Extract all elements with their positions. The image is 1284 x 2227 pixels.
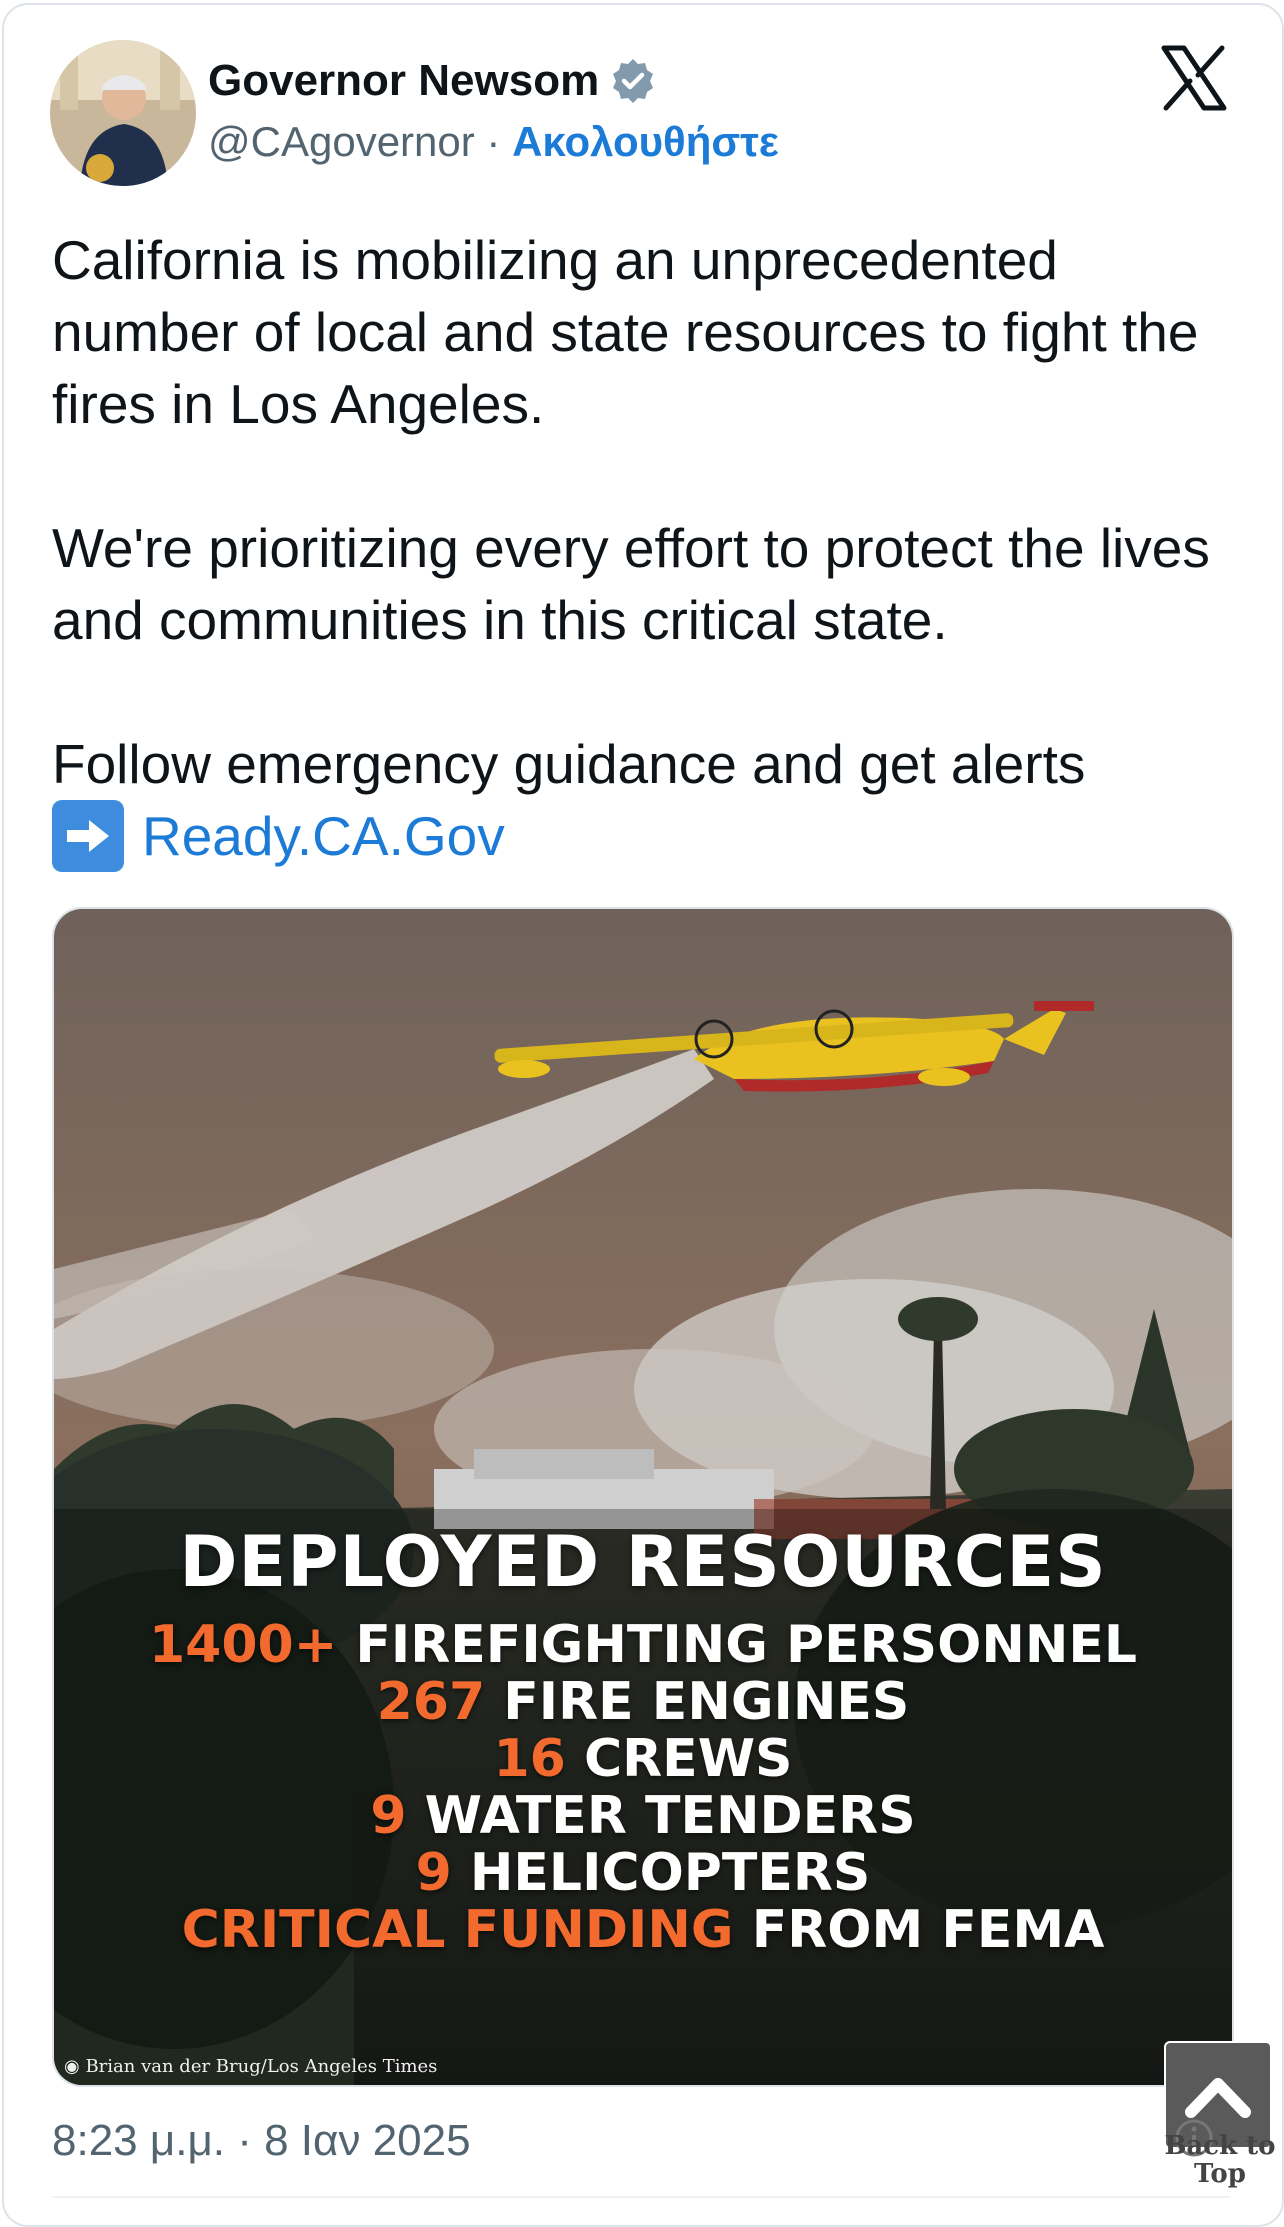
handle[interactable]: @CAgovernor bbox=[208, 118, 475, 165]
photo-credit-text: Brian van der Brug/Los Angeles Times bbox=[85, 2056, 438, 2077]
overlay-line: 16 CREWS bbox=[54, 1731, 1232, 1788]
follow-link[interactable]: Ακολουθήστε bbox=[512, 118, 779, 165]
tweet-text: California is mobilizing an unprecedente… bbox=[52, 224, 1232, 872]
avatar[interactable] bbox=[50, 40, 196, 186]
author-name-text[interactable]: Governor Newsom bbox=[208, 56, 599, 106]
image-overlay: DEPLOYED RESOURCES 1400+ FIREFIGHTING PE… bbox=[54, 909, 1232, 2085]
overlay-line: 267 FIRE ENGINES bbox=[54, 1674, 1232, 1731]
overlay-line: CRITICAL FUNDING FROM FEMA bbox=[54, 1902, 1232, 1959]
handle-row: @CAgovernor · Ακολουθήστε bbox=[208, 118, 779, 166]
author-name[interactable]: Governor Newsom bbox=[208, 56, 657, 106]
handle-separator: · bbox=[486, 118, 501, 165]
overlay-line: 9 WATER TENDERS bbox=[54, 1788, 1232, 1845]
overlay-text: FROM FEMA bbox=[751, 1900, 1105, 1960]
overlay-number: 1400+ bbox=[148, 1615, 338, 1675]
overlay-text: HELICOPTERS bbox=[469, 1843, 871, 1903]
camera-icon: ◉ bbox=[64, 2056, 80, 2077]
chevron-up-icon bbox=[1185, 2078, 1251, 2118]
tweet-paragraph-3: Follow emergency guidance and get alerts bbox=[52, 733, 1086, 795]
overlay-lines: 1400+ FIREFIGHTING PERSONNEL 267 FIRE EN… bbox=[54, 1617, 1232, 1959]
tweet-paragraph-2: We're prioritizing every effort to prote… bbox=[52, 517, 1210, 651]
overlay-number: 9 bbox=[370, 1786, 407, 1846]
timestamp[interactable]: 8:23 μ.μ. · 8 Ιαν 2025 bbox=[52, 2116, 471, 2166]
overlay-text: FIREFIGHTING PERSONNEL bbox=[355, 1615, 1138, 1675]
divider bbox=[52, 2196, 1230, 2198]
overlay-line: 9 HELICOPTERS bbox=[54, 1845, 1232, 1902]
tweet-image[interactable]: DEPLOYED RESOURCES 1400+ FIREFIGHTING PE… bbox=[52, 907, 1234, 2087]
ready-ca-gov-link[interactable]: Ready.CA.Gov bbox=[142, 800, 505, 872]
verified-badge-icon bbox=[613, 59, 654, 103]
overlay-text: FIRE ENGINES bbox=[503, 1672, 910, 1732]
back-to-top-label[interactable]: Back to Top bbox=[1160, 2132, 1280, 2188]
overlay-number: 267 bbox=[376, 1672, 486, 1732]
overlay-text: CREWS bbox=[583, 1729, 793, 1789]
right-arrow-icon bbox=[52, 800, 124, 872]
overlay-number: CRITICAL FUNDING bbox=[181, 1900, 734, 1960]
overlay-title: DEPLOYED RESOURCES bbox=[179, 1521, 1107, 1603]
photo-credit: ◉ Brian van der Brug/Los Angeles Times bbox=[64, 2056, 437, 2077]
tweet-paragraph-1: California is mobilizing an unprecedente… bbox=[52, 229, 1199, 435]
overlay-number: 16 bbox=[493, 1729, 566, 1789]
overlay-number: 9 bbox=[415, 1843, 452, 1903]
overlay-text: WATER TENDERS bbox=[424, 1786, 916, 1846]
x-logo-icon[interactable] bbox=[1160, 44, 1228, 112]
overlay-line: 1400+ FIREFIGHTING PERSONNEL bbox=[54, 1617, 1232, 1674]
